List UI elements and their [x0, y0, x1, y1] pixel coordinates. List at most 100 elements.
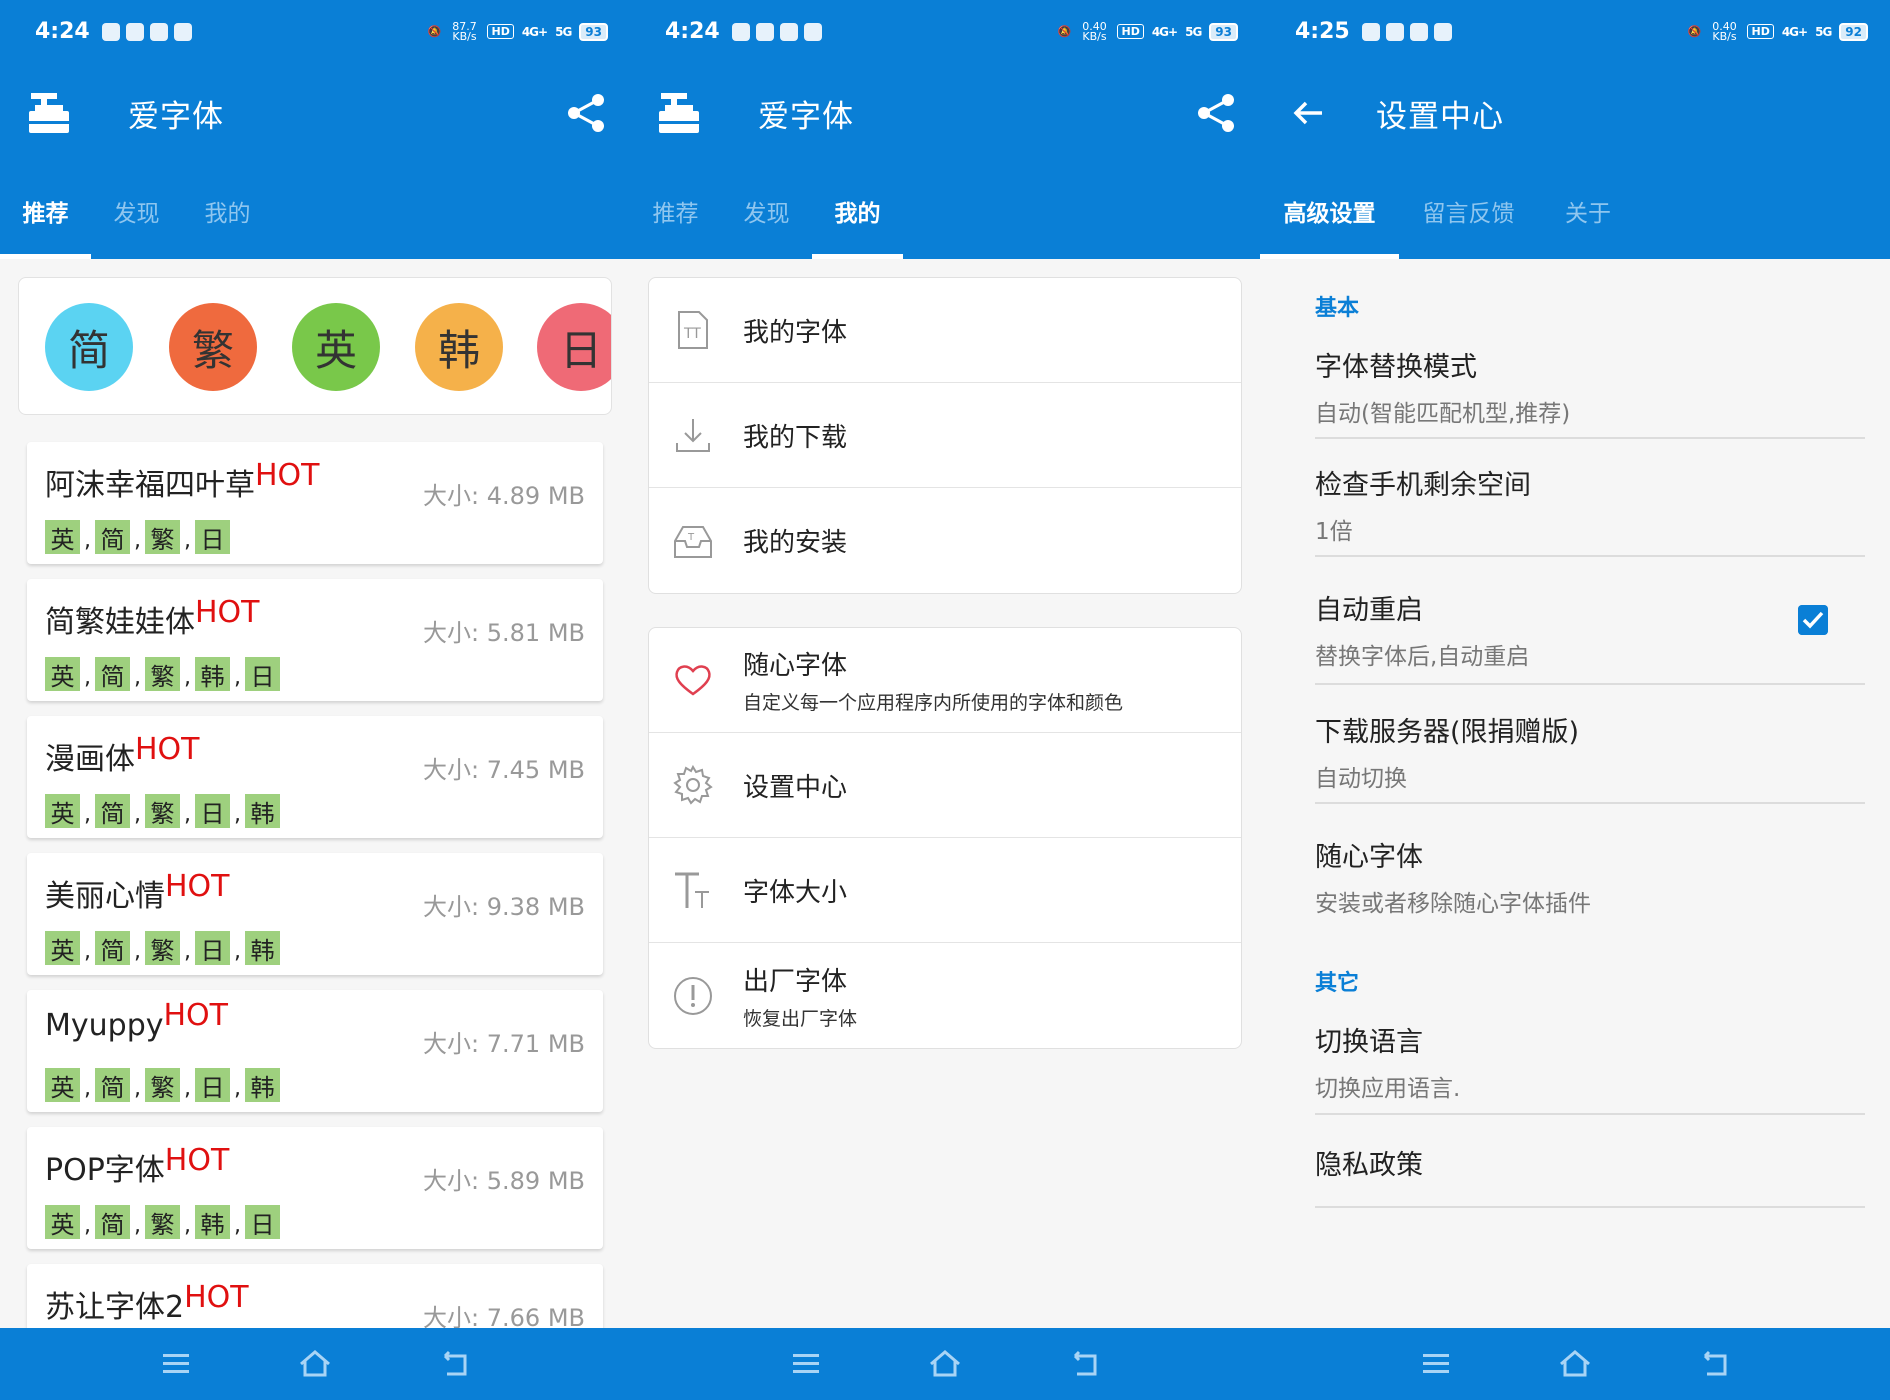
pref-title: 随心字体	[1315, 842, 1423, 873]
app-notif-icon	[1409, 22, 1428, 41]
back-nav-icon[interactable]	[1065, 1344, 1105, 1384]
menu-icon[interactable]	[1415, 1344, 1455, 1384]
tag-separator: ,	[134, 1213, 141, 1238]
tab-recommend[interactable]: 推荐	[630, 163, 721, 259]
status-right: 🔕 87.7 KB/s HD 4G+ 5G 93	[427, 19, 608, 43]
pref-summary: 1倍	[1315, 519, 1353, 545]
menu-icon[interactable]	[155, 1344, 195, 1384]
tab-discover[interactable]: 发现	[721, 163, 812, 259]
back-nav-icon[interactable]	[1695, 1344, 1735, 1384]
menu-title: 我的字体	[743, 317, 848, 348]
home-icon[interactable]	[925, 1344, 965, 1384]
app-title: 爱字体	[758, 98, 854, 135]
app-bar: 爱字体	[0, 63, 630, 163]
section-other: 其它	[1315, 971, 1360, 996]
home-icon[interactable]	[1555, 1344, 1595, 1384]
share-icon[interactable]	[1194, 91, 1238, 135]
language-tags: 英,简,繁,日,韩	[45, 794, 280, 828]
chip-japanese[interactable]: 日	[537, 303, 611, 391]
language-tag: 简	[95, 794, 130, 828]
app-notif-icon	[755, 22, 774, 41]
divider	[1315, 802, 1865, 804]
mine-menu-group-1: TT 我的字体 我的下载 T 我的安装	[648, 277, 1242, 594]
menu-icon[interactable]	[785, 1344, 825, 1384]
tag-separator: ,	[84, 802, 91, 827]
menu-my-downloads[interactable]: 我的下载	[649, 383, 1241, 488]
menu-free-font[interactable]: 随心字体 自定义每一个应用程序内所使用的字体和颜色	[649, 628, 1241, 733]
font-card[interactable]: 漫画体HOT 大小: 7.45 MB 英, 简, 繁, 日, 韩	[27, 716, 603, 838]
language-tag: 繁	[145, 520, 180, 554]
tag-separator: ,	[84, 665, 91, 690]
menu-font-size[interactable]: 字体大小	[649, 838, 1241, 943]
menu-my-installs[interactable]: T 我的安装	[649, 488, 1241, 593]
tag-separator: ,	[134, 1076, 141, 1101]
tab-about[interactable]: 关于	[1538, 163, 1638, 259]
font-name: MyuppyHOT	[45, 998, 228, 1043]
menu-title: 我的安装	[743, 528, 848, 558]
chip-traditional[interactable]: 繁	[169, 303, 257, 391]
mute-icon: 🔕	[1057, 25, 1072, 38]
arrow-back-icon[interactable]	[1288, 93, 1328, 133]
tab-advanced-settings[interactable]: 高级设置	[1260, 163, 1399, 259]
app-notif-icon	[149, 22, 168, 41]
app-logo-icon	[29, 93, 69, 133]
tag-separator: ,	[134, 528, 141, 553]
language-tag: 韩	[245, 794, 280, 828]
chip-english[interactable]: 英	[292, 303, 380, 391]
font-name-text: 阿沫幸福四叶草	[45, 468, 255, 503]
home-icon[interactable]	[295, 1344, 335, 1384]
tab-mine[interactable]: 我的	[812, 163, 903, 259]
chip-korean[interactable]: 韩	[415, 303, 503, 391]
tag-separator: ,	[234, 665, 241, 690]
font-card[interactable]: MyuppyHOT 大小: 7.71 MB 英, 简, 繁, 日, 韩	[27, 990, 603, 1112]
menu-my-fonts[interactable]: TT 我的字体	[649, 278, 1241, 383]
pref-font-replace-mode[interactable]: 字体替换模式 自动(智能匹配机型,推荐)	[1315, 345, 1865, 428]
menu-title: 出厂字体	[743, 966, 848, 997]
auto-restart-checkbox[interactable]	[1798, 605, 1828, 635]
hd-badge: HD	[1747, 24, 1774, 39]
pref-summary: 自动(智能匹配机型,推荐)	[1315, 401, 1571, 427]
divider	[1315, 683, 1865, 685]
font-card[interactable]: 阿沫幸福四叶草HOT 大小: 4.89 MB 英, 简, 繁, 日	[27, 442, 603, 564]
font-card[interactable]: POP字体HOT 大小: 5.89 MB 英, 简, 繁, 韩, 日	[27, 1127, 603, 1249]
tab-feedback[interactable]: 留言反馈	[1399, 163, 1538, 259]
font-size-label: 大小: 4.89 MB	[423, 482, 585, 510]
app-bar: 设置中心	[1260, 63, 1890, 163]
tag-separator: ,	[234, 802, 241, 827]
install-tray-icon: T	[674, 525, 712, 558]
chip-simplified[interactable]: 简	[45, 303, 133, 391]
tag-separator: ,	[184, 802, 191, 827]
pref-check-storage[interactable]: 检查手机剩余空间 1倍	[1315, 463, 1865, 546]
panel-settings: 4:25 🔕 0.40 KB/s HD 4G+ 5G 92 设置中心 高级设置 …	[1260, 0, 1890, 1400]
pref-title: 字体替换模式	[1315, 352, 1477, 383]
network-speed: 87.7 KB/s	[452, 19, 477, 43]
pref-privacy-policy[interactable]: 隐私政策	[1315, 1143, 1865, 1182]
tag-separator: ,	[184, 1213, 191, 1238]
font-name: 漫画体HOT	[45, 732, 200, 778]
font-card[interactable]: 简繁娃娃体HOT 大小: 5.81 MB 英, 简, 繁, 韩, 日	[27, 579, 603, 701]
language-tag: 繁	[145, 657, 180, 691]
tab-bar: 高级设置 留言反馈 关于	[1260, 163, 1890, 259]
pref-free-font-plugin[interactable]: 随心字体 安装或者移除随心字体插件	[1315, 835, 1865, 918]
menu-settings[interactable]: 设置中心	[649, 733, 1241, 838]
pref-switch-language[interactable]: 切换语言 切换应用语言.	[1315, 1020, 1865, 1103]
language-tag: 繁	[145, 1205, 180, 1239]
mute-icon: 🔕	[427, 25, 442, 38]
svg-text:T: T	[687, 532, 695, 543]
font-card[interactable]: 美丽心情HOT 大小: 9.38 MB 英, 简, 繁, 日, 韩	[27, 853, 603, 975]
app-notif-icon	[1385, 22, 1404, 41]
hd-badge: HD	[1117, 24, 1144, 39]
tab-recommend[interactable]: 推荐	[0, 163, 91, 259]
menu-factory-font[interactable]: 出厂字体 恢复出厂字体	[649, 943, 1241, 1048]
tab-discover[interactable]: 发现	[91, 163, 182, 259]
back-nav-icon[interactable]	[435, 1344, 475, 1384]
tag-separator: ,	[184, 1076, 191, 1101]
panel-mine: 4:24 🔕 0.40 KB/s HD 4G+ 5G 93 爱字体 推荐 发现 …	[630, 0, 1260, 1400]
mine-menu-group-2: 随心字体 自定义每一个应用程序内所使用的字体和颜色 设置中心 字体大小 出厂字体…	[648, 627, 1242, 1049]
pref-download-server[interactable]: 下载服务器(限捐赠版) 自动切换	[1315, 710, 1865, 793]
language-tags: 英,简,繁,日,韩	[45, 931, 280, 965]
hot-badge: HOT	[255, 458, 320, 493]
tab-mine[interactable]: 我的	[182, 163, 273, 259]
pref-auto-restart[interactable]: 自动重启 替换字体后,自动重启	[1315, 588, 1865, 671]
share-icon[interactable]	[564, 91, 608, 135]
